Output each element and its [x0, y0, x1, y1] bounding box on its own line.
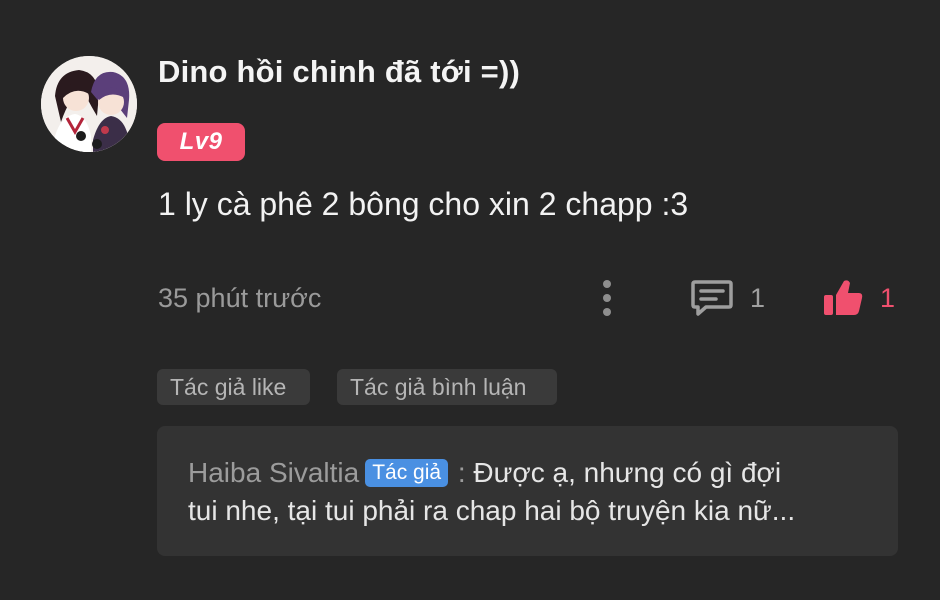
reply-separator: : [457, 457, 466, 488]
comment-timestamp: 35 phút trước [158, 283, 322, 313]
thumbs-up-icon [824, 280, 863, 315]
vertical-dots-icon [603, 280, 611, 288]
reply-button[interactable]: 1 [690, 276, 765, 320]
reply-preview[interactable]: Haiba Sivaltia Tác giả : Được ạ, nhưng có… [157, 426, 898, 556]
reply-text-line-1: Được ạ, nhưng có gì đợi [473, 457, 782, 488]
reply-count: 1 [750, 282, 766, 313]
vertical-dots-icon-dot [603, 294, 611, 302]
reply-text-line-2: tui nhe, tại tui phải ra chap hai bộ tru… [188, 495, 796, 526]
tag-author-replied: Tác giả bình luận [337, 369, 557, 405]
reply-author-name[interactable]: Haiba Sivaltia [188, 457, 359, 488]
level-badge: Lv9 [157, 123, 245, 161]
vertical-dots-icon-dot [603, 308, 611, 316]
comment-username[interactable]: Dino hồi chinh đã tới =)) [158, 54, 520, 90]
avatar[interactable] [41, 56, 137, 152]
like-count: 1 [880, 282, 896, 313]
reply-preview-line-1: Haiba Sivaltia Tác giả : Được ạ, nhưng có… [188, 454, 868, 492]
comment-text: 1 ly cà phê 2 bông cho xin 2 chapp :3 [158, 186, 689, 222]
author-badge: Tác giả [365, 459, 449, 487]
more-options-button[interactable] [593, 278, 621, 318]
comment-item: Dino hồi chinh đã tới =)) Lv9 1 ly cà ph… [0, 0, 940, 600]
avatar-image [41, 56, 137, 152]
like-button[interactable]: 1 [822, 276, 895, 320]
chat-bubble-icon [691, 280, 733, 316]
tag-author-liked: Tác giả like [157, 369, 310, 405]
